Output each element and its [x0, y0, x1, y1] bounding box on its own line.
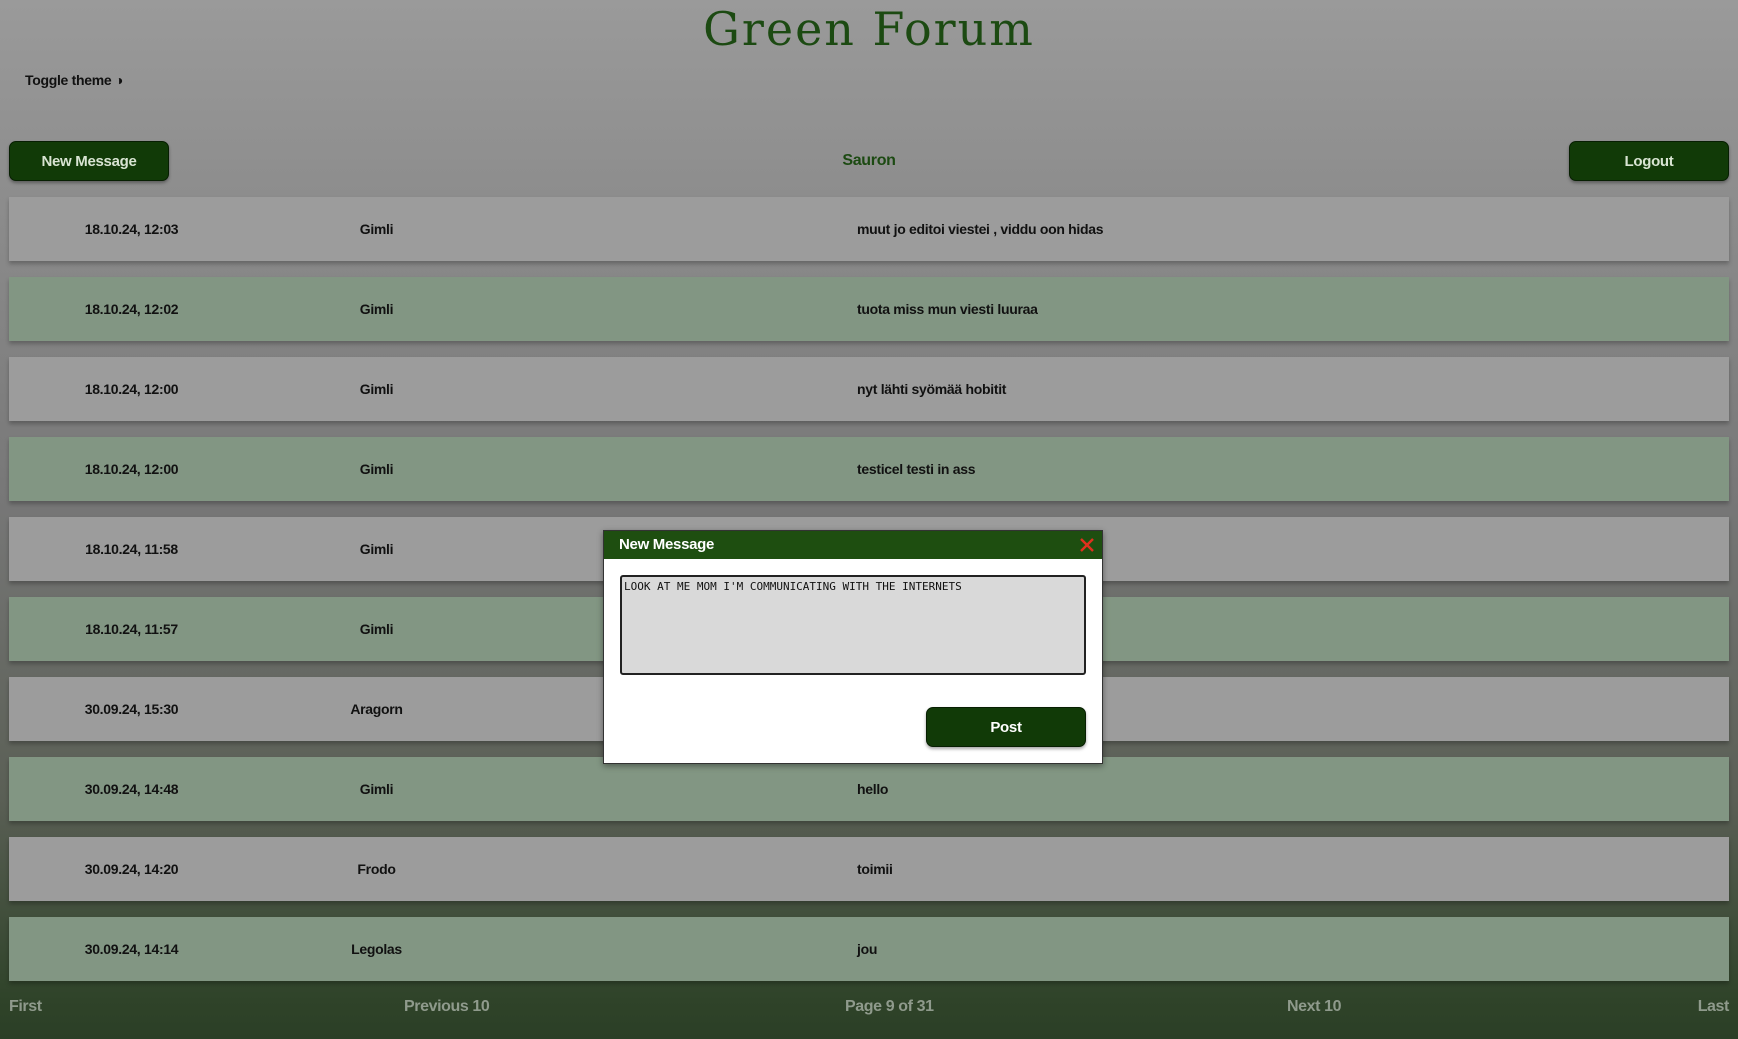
current-user-name: Sauron	[842, 152, 896, 169]
page-indicator: Page 9 of 31	[845, 998, 934, 1015]
pagination: First Previous 10 Page 9 of 31 Next 10 L…	[9, 998, 1729, 1022]
message-time: 30.09.24, 14:48	[84, 781, 179, 797]
next-page-link[interactable]: Next 10	[1287, 998, 1342, 1016]
message-text: nyt lähti syömää hobitit	[857, 381, 1007, 397]
message-time: 30.09.24, 15:30	[84, 701, 179, 717]
message-text: testicel testi in ass	[857, 461, 976, 477]
site-title: Green Forum	[703, 2, 1035, 56]
previous-page-link[interactable]: Previous 10	[404, 998, 490, 1016]
message-time: 18.10.24, 12:00	[84, 381, 179, 397]
message-row: 18.10.24, 12:00 Gimli nyt lähti syömää h…	[9, 357, 1729, 421]
message-row: 18.10.24, 12:00 Gimli testicel testi in …	[9, 437, 1729, 501]
message-time: 18.10.24, 12:02	[84, 301, 179, 317]
message-author: Gimli	[359, 221, 394, 237]
message-author: Frodo	[357, 861, 396, 877]
message-time: 18.10.24, 12:03	[84, 221, 179, 237]
message-text: tuota miss mun viesti luuraa	[857, 301, 1038, 317]
message-row: 30.09.24, 14:48 Gimli hello	[9, 757, 1729, 821]
close-icon[interactable]	[1078, 536, 1096, 554]
last-page-link[interactable]: Last	[1698, 998, 1730, 1016]
message-row: 18.10.24, 12:02 Gimli tuota miss mun vie…	[9, 277, 1729, 341]
message-time: 30.09.24, 14:14	[84, 941, 179, 957]
new-message-dialog: New Message LOOK AT ME MOM I'M COMMUNICA…	[603, 530, 1103, 764]
message-author: Gimli	[359, 301, 394, 317]
first-page-link[interactable]: First	[9, 998, 42, 1016]
message-author: Aragorn	[350, 701, 403, 717]
message-time: 18.10.24, 12:00	[84, 461, 179, 477]
message-author: Legolas	[351, 941, 402, 957]
message-row: 30.09.24, 14:14 Legolas jou	[9, 917, 1729, 981]
message-row: 30.09.24, 14:20 Frodo toimii	[9, 837, 1729, 901]
message-row: 18.10.24, 12:03 Gimli muut jo editoi vie…	[9, 197, 1729, 261]
dialog-header: New Message	[604, 531, 1102, 559]
message-text: jou	[857, 941, 878, 957]
message-author: Gimli	[359, 781, 394, 797]
message-time: 18.10.24, 11:58	[85, 541, 178, 557]
message-time: 18.10.24, 11:57	[85, 621, 178, 637]
post-button[interactable]: Post	[926, 707, 1086, 747]
message-textarea[interactable]: LOOK AT ME MOM I'M COMMUNICATING WITH TH…	[620, 575, 1086, 675]
message-author: Gimli	[359, 461, 394, 477]
message-time: 30.09.24, 14:20	[84, 861, 179, 877]
message-text: toimii	[857, 861, 893, 877]
dialog-title: New Message	[619, 536, 715, 553]
message-text: hello	[857, 781, 889, 797]
message-author: Gimli	[359, 381, 394, 397]
logout-button[interactable]: Logout	[1569, 141, 1729, 181]
message-author: Gimli	[359, 621, 394, 637]
message-author: Gimli	[359, 541, 394, 557]
toggle-theme-button[interactable]: Toggle theme ◑	[25, 72, 123, 88]
message-text: muut jo editoi viestei , viddu oon hidas	[857, 221, 1104, 237]
